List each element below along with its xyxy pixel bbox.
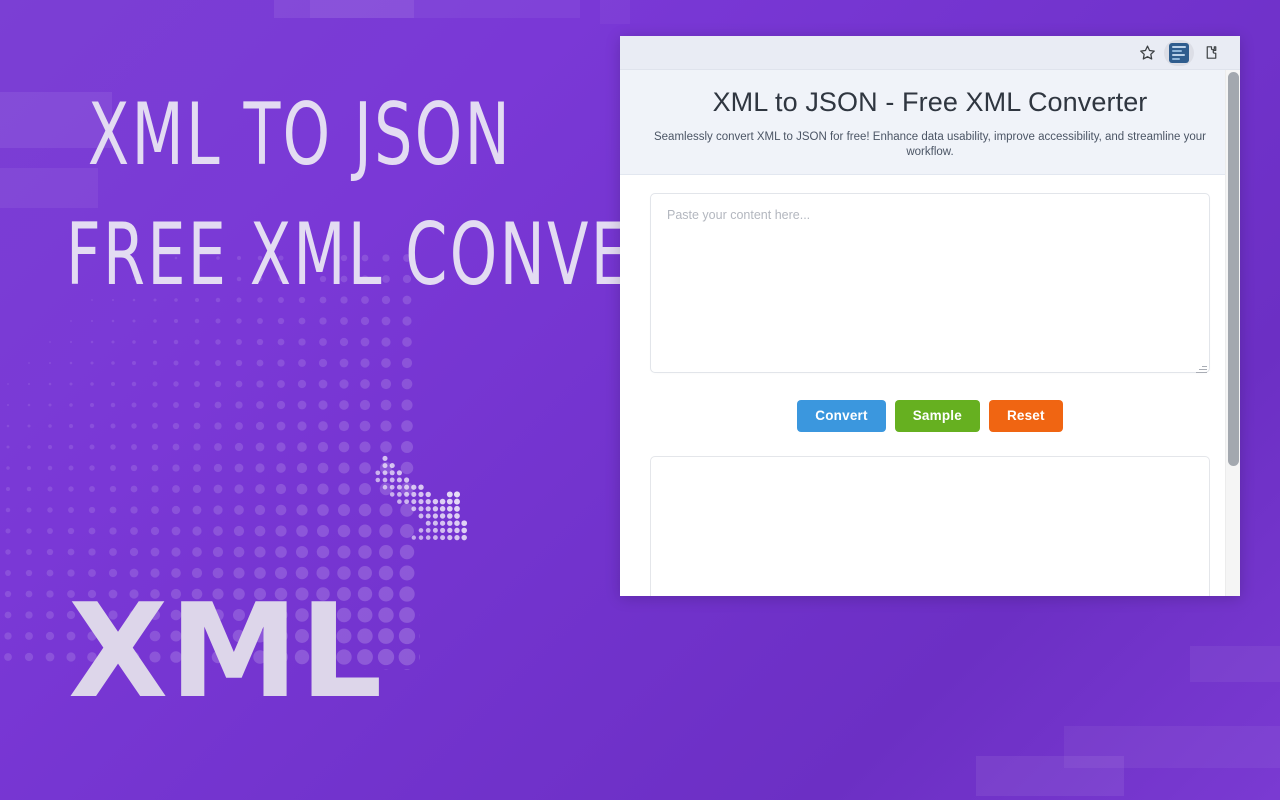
hero-headline: XML TO JSON FREE XML CONVERTER bbox=[0, 85, 795, 305]
halftone-dots-decoration bbox=[4, 254, 420, 670]
decor-block bbox=[0, 92, 112, 148]
extension-app-glyph bbox=[1169, 42, 1189, 63]
page-title: XML to JSON - Free XML Converter bbox=[712, 87, 1148, 117]
star-icon[interactable] bbox=[1132, 40, 1162, 66]
headline-line-1: XML TO JSON bbox=[87, 85, 513, 185]
page-subtitle: Seamlessly convert XML to JSON for free!… bbox=[653, 131, 1207, 159]
browser-window: XML to JSON - Free XML Converter Seamles… bbox=[620, 36, 1240, 596]
sample-button[interactable]: Sample bbox=[894, 400, 980, 432]
extension-app-icon[interactable] bbox=[1164, 39, 1194, 66]
action-button-row: Convert Sample Reset bbox=[650, 400, 1210, 432]
browser-toolbar bbox=[620, 36, 1240, 70]
decor-block bbox=[976, 756, 1124, 796]
decor-block bbox=[274, 0, 414, 18]
decor-block bbox=[600, 0, 630, 24]
headline-line-2: FREE XML CONVERTER bbox=[66, 205, 795, 305]
page-header: XML to JSON - Free XML Converter Seamles… bbox=[620, 70, 1240, 176]
extensions-puzzle-icon[interactable] bbox=[1196, 40, 1226, 66]
promo-banner-canvas: XML TO JSON FREE XML CONVERTER XML XML t… bbox=[0, 0, 1280, 800]
vertical-scrollbar[interactable] bbox=[1225, 70, 1240, 596]
scrollbar-thumb[interactable] bbox=[1228, 72, 1239, 466]
input-textarea[interactable] bbox=[650, 193, 1210, 374]
output-area[interactable] bbox=[650, 455, 1210, 596]
decor-block bbox=[1064, 726, 1280, 768]
reset-button[interactable]: Reset bbox=[988, 400, 1063, 432]
decor-block bbox=[1190, 646, 1280, 682]
page-viewport: XML to JSON - Free XML Converter Seamles… bbox=[620, 70, 1240, 596]
converter-content: Convert Sample Reset bbox=[620, 175, 1240, 596]
xml-watermark: XML bbox=[68, 575, 384, 727]
arrow-up-right-icon bbox=[375, 455, 468, 541]
decor-block bbox=[310, 0, 580, 18]
input-area-wrapper bbox=[650, 193, 1210, 378]
convert-button[interactable]: Convert bbox=[797, 400, 886, 432]
decor-block bbox=[0, 168, 98, 208]
